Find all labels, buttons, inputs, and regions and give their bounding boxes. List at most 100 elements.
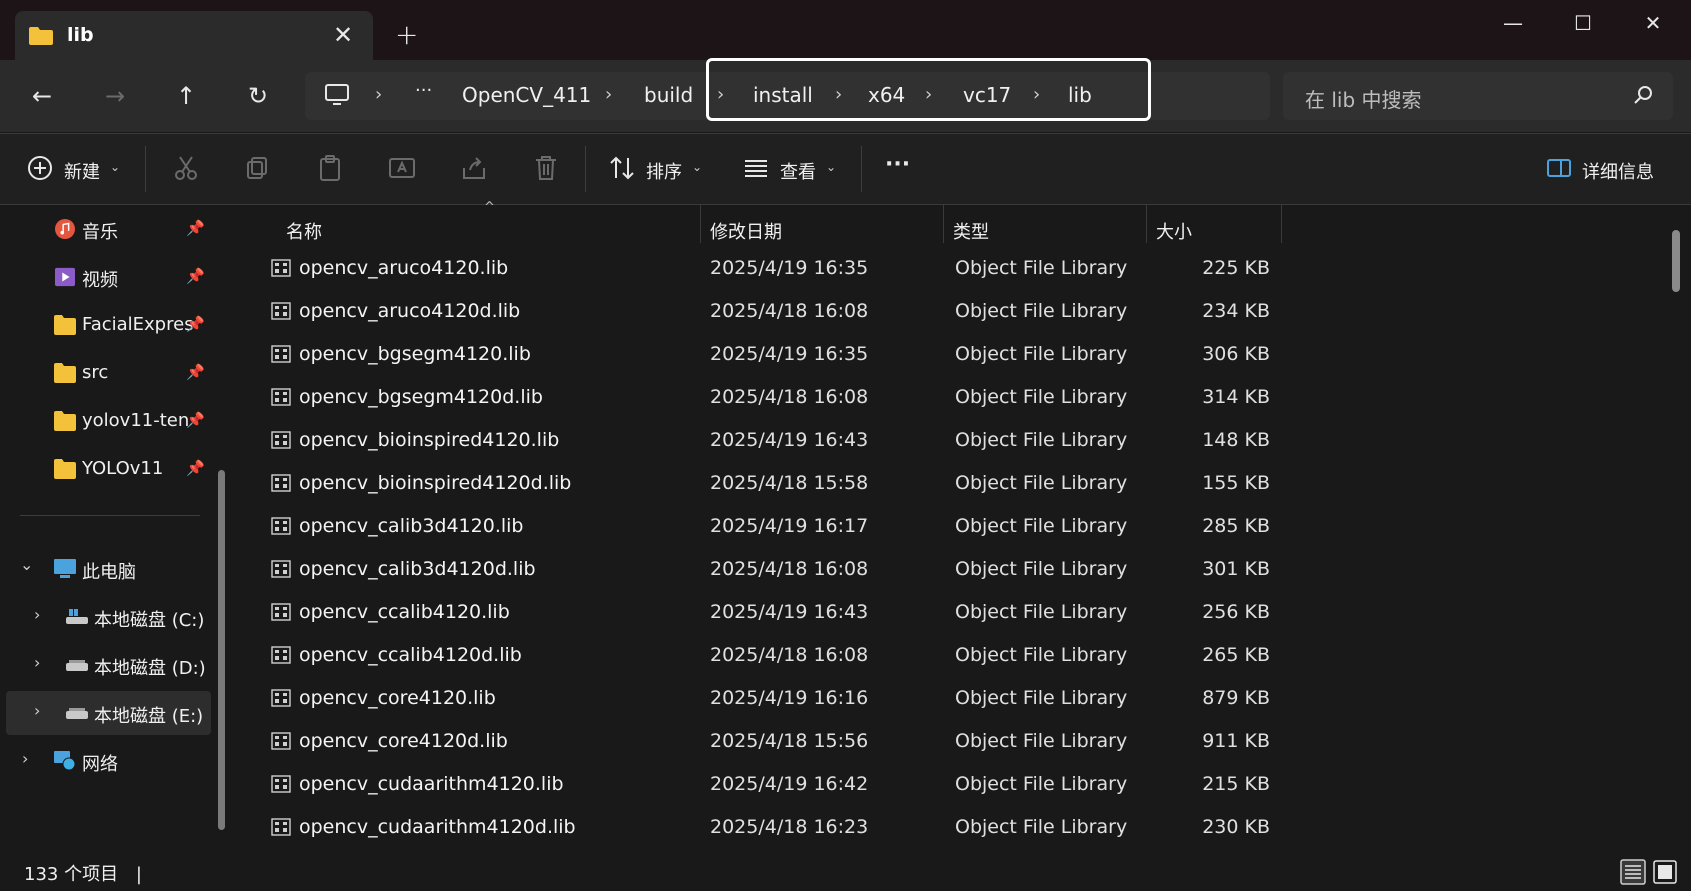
column-divider[interactable] — [700, 205, 701, 243]
breadcrumb-opencv[interactable]: OpenCV_411 — [462, 83, 591, 107]
table-row[interactable]: opencv_core4120d.lib 2025/4/18 15:56 Objec… — [238, 720, 1638, 763]
chevron-down-icon[interactable]: ⌄ — [110, 160, 120, 174]
tiles-view-icon[interactable] — [1652, 859, 1678, 885]
table-row[interactable]: opencv_bioinspired4120.lib 2025/4/19 16:4… — [238, 419, 1638, 462]
breadcrumb-separator[interactable]: › — [605, 84, 612, 105]
sidebar-item-drive-c[interactable]: › 本地磁盘 (C:) — [0, 595, 225, 639]
maximize-button[interactable]: ☐ — [1558, 8, 1608, 38]
table-row[interactable]: opencv_bgsegm4120.lib 2025/4/19 16:35 Obje… — [238, 333, 1638, 376]
breadcrumb-separator[interactable]: › — [375, 84, 382, 105]
plus-circle-icon[interactable] — [26, 154, 54, 182]
table-row[interactable]: opencv_ccalib4120.lib 2025/4/19 16:43 Obje… — [238, 591, 1638, 634]
table-row[interactable]: opencv_calib3d4120.lib 2025/4/19 16:17 Obj… — [238, 505, 1638, 548]
back-button[interactable]: ← — [22, 78, 62, 114]
file-type: Object File Library — [955, 687, 1128, 709]
toolbar-divider — [861, 146, 862, 192]
forward-button[interactable]: → — [95, 78, 135, 114]
details-button[interactable]: 详细信息 — [1582, 158, 1654, 184]
table-row[interactable]: opencv_core4120.lib 2025/4/19 16:16 Object… — [238, 677, 1638, 720]
table-row[interactable]: opencv_cudaarithm4120d.lib 2025/4/18 16:2… — [238, 806, 1638, 849]
share-icon[interactable] — [460, 154, 488, 182]
view-icon[interactable] — [742, 154, 770, 182]
chevron-down-icon[interactable]: ⌄ — [20, 555, 33, 574]
sort-icon[interactable] — [608, 154, 636, 182]
column-divider[interactable] — [1146, 205, 1147, 243]
sidebar-item-drive-e[interactable]: › 本地磁盘 (E:) — [6, 691, 211, 735]
sort-button[interactable]: 排序 — [646, 158, 682, 184]
chevron-right-icon[interactable]: › — [22, 749, 28, 768]
breadcrumb-build[interactable]: build — [644, 83, 693, 107]
sidebar-item-network[interactable]: › 网络 — [0, 739, 225, 783]
video-icon — [55, 267, 75, 287]
file-date: 2025/4/18 16:23 — [710, 816, 869, 838]
chevron-right-icon[interactable]: › — [34, 653, 40, 672]
search-input[interactable]: 在 lib 中搜索 — [1305, 84, 1422, 113]
column-divider[interactable] — [1281, 205, 1282, 243]
sidebar-item-src[interactable]: src 📌 — [0, 351, 225, 395]
details-view-icon[interactable] — [1620, 859, 1646, 885]
file-name: opencv_bioinspired4120.lib — [299, 429, 560, 451]
sidebar-item-drive-d[interactable]: › 本地磁盘 (D:) — [0, 643, 225, 687]
close-tab-icon[interactable]: ✕ — [333, 21, 353, 49]
new-tab-button[interactable]: + — [395, 18, 418, 51]
column-header-size[interactable]: 大小 — [1156, 218, 1192, 244]
lib-file-icon — [271, 517, 291, 535]
new-button[interactable]: 新建 — [64, 158, 100, 184]
pin-icon: 📌 — [186, 267, 205, 285]
breadcrumb-overflow[interactable]: ··· — [415, 80, 432, 101]
cut-icon[interactable] — [172, 154, 200, 182]
folder-icon — [54, 411, 76, 431]
table-row[interactable]: opencv_calib3d4120d.lib 2025/4/18 16:08 Ob… — [238, 548, 1638, 591]
rename-icon[interactable] — [388, 154, 416, 182]
file-date: 2025/4/19 16:35 — [710, 257, 869, 279]
details-pane-icon[interactable] — [1545, 154, 1573, 182]
table-row[interactable]: opencv_aruco4120.lib 2025/4/19 16:35 Objec… — [238, 247, 1638, 290]
folder-icon — [54, 315, 76, 335]
close-window-button[interactable]: ✕ — [1628, 8, 1678, 38]
up-button[interactable]: ↑ — [166, 78, 206, 114]
paste-icon[interactable] — [316, 154, 344, 182]
copy-icon[interactable] — [244, 154, 272, 182]
sidebar-item-facialexpres[interactable]: FacialExpres 📌 — [0, 303, 225, 347]
sidebar-item-label: src — [82, 362, 109, 383]
file-name: opencv_aruco4120d.lib — [299, 300, 521, 322]
chevron-down-icon[interactable]: ⌄ — [826, 160, 836, 174]
lib-file-icon — [271, 560, 291, 578]
table-row[interactable]: opencv_bgsegm4120d.lib 2025/4/18 16:08 Obj… — [238, 376, 1638, 419]
file-list-scrollbar[interactable] — [1672, 230, 1680, 292]
sidebar-item-music[interactable]: 音乐 📌 — [0, 207, 225, 251]
item-count-text: 133 个项目 — [24, 864, 119, 885]
refresh-button[interactable]: ↻ — [238, 78, 278, 114]
search-icon[interactable] — [1633, 84, 1655, 106]
minimize-button[interactable]: — — [1488, 8, 1538, 38]
sidebar-scrollbar[interactable] — [218, 470, 225, 830]
search-box[interactable]: 在 lib 中搜索 — [1283, 72, 1673, 120]
table-row[interactable]: opencv_cudaarithm4120.lib 2025/4/19 16:42… — [238, 763, 1638, 806]
chevron-right-icon[interactable]: › — [34, 605, 40, 624]
sidebar-item-yolov11[interactable]: YOLOv11 📌 — [0, 447, 225, 491]
delete-icon[interactable] — [532, 154, 560, 182]
folder-icon — [54, 363, 76, 383]
view-button[interactable]: 查看 — [780, 158, 816, 184]
file-name: opencv_cudaarithm4120.lib — [299, 773, 564, 795]
tab-lib[interactable]: lib ✕ — [15, 11, 373, 60]
table-row[interactable]: opencv_aruco4120d.lib 2025/4/18 16:08 Obje… — [238, 290, 1638, 333]
sidebar-item-this-pc[interactable]: ⌄ 此电脑 — [0, 547, 225, 591]
lib-file-icon — [271, 431, 291, 449]
lib-file-icon — [271, 775, 291, 793]
file-type: Object File Library — [955, 558, 1128, 580]
music-icon — [55, 219, 75, 239]
table-row[interactable]: opencv_bioinspired4120d.lib 2025/4/18 15:… — [238, 462, 1638, 505]
column-header-name[interactable]: 名称 — [286, 218, 322, 244]
column-header-date[interactable]: 修改日期 — [710, 218, 782, 244]
column-divider[interactable] — [943, 205, 944, 243]
lib-file-icon — [271, 474, 291, 492]
sidebar-item-video[interactable]: 视频 📌 — [0, 255, 225, 299]
chevron-down-icon[interactable]: ⌄ — [692, 160, 702, 174]
chevron-right-icon[interactable]: › — [34, 701, 40, 720]
table-row[interactable]: opencv_ccalib4120d.lib 2025/4/18 16:08 Obj… — [238, 634, 1638, 677]
column-header-type[interactable]: 类型 — [953, 218, 989, 244]
more-options-button[interactable]: ··· — [885, 152, 910, 177]
file-name: opencv_aruco4120.lib — [299, 257, 509, 279]
sidebar-item-yolov11-ten[interactable]: yolov11-ten 📌 — [0, 399, 225, 443]
